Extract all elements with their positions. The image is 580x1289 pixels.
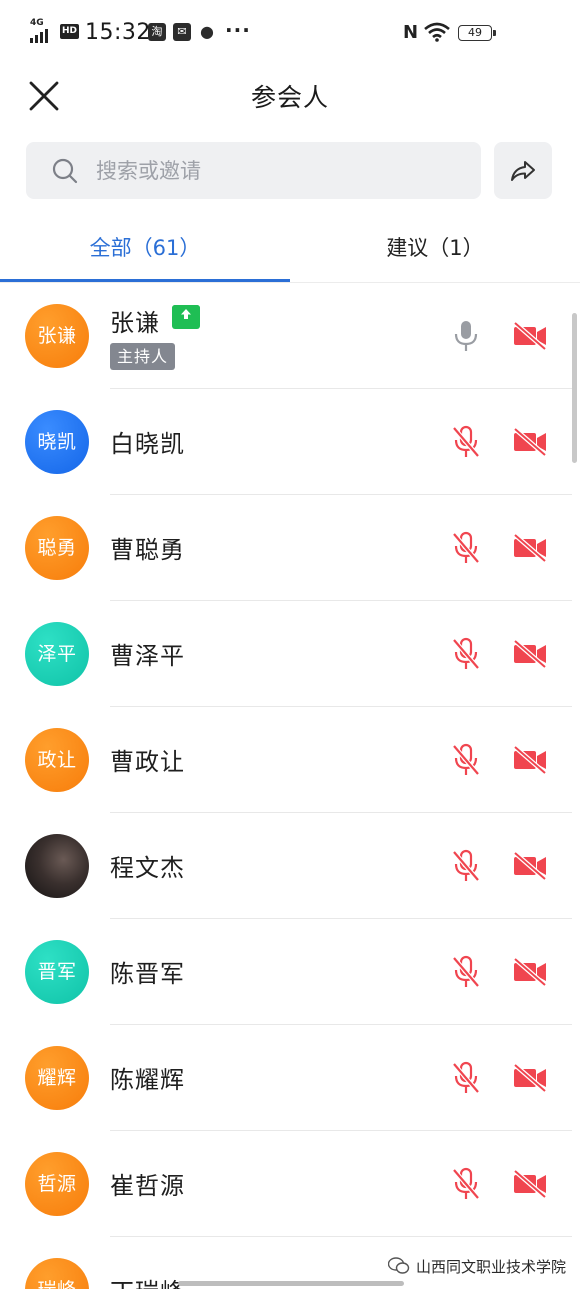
qq-notification-icon: ● (200, 22, 214, 41)
header: 参会人 (0, 64, 580, 126)
status-bar: 4G HD 15:32 淘 ✉ ● ··· N 49 (0, 0, 580, 64)
camera-off-icon[interactable] (512, 1063, 548, 1093)
participants-screen: 4G HD 15:32 淘 ✉ ● ··· N 49 参会人 搜索或邀请 全部（… (0, 0, 580, 1289)
participant-name: 白晓凯 (110, 430, 185, 458)
search-icon (52, 158, 78, 184)
mic-muted-icon[interactable] (450, 955, 482, 989)
search-box[interactable] (26, 142, 481, 199)
avatar: 晋军 (25, 940, 89, 1004)
mic-muted-icon[interactable] (450, 1167, 482, 1201)
wifi-icon (424, 22, 450, 42)
participant-name: 陈晋军 (110, 960, 185, 988)
tab-suggestions[interactable]: 建议（1） (290, 222, 580, 282)
participant-name: 曹聪勇 (110, 536, 185, 564)
camera-off-icon[interactable] (512, 427, 548, 457)
mic-muted-icon[interactable] (450, 531, 482, 565)
participant-row[interactable]: 晓凯 白晓凯 (0, 389, 572, 495)
participant-row[interactable]: 张谦 张谦 主持人 (0, 283, 572, 389)
mic-icon[interactable] (450, 319, 482, 353)
nfc-icon: N (403, 22, 419, 43)
participant-name: 曹泽平 (110, 642, 185, 670)
watermark-text: 山西同文职业技术学院 (416, 1257, 567, 1276)
search-input[interactable] (96, 142, 466, 199)
avatar: 泽平 (25, 622, 89, 686)
host-badge: 主持人 (110, 343, 176, 370)
avatar: 耀辉 (25, 1046, 89, 1110)
screen-share-icon (172, 305, 200, 329)
mic-muted-icon[interactable] (450, 743, 482, 777)
avatar: 哲源 (25, 1152, 89, 1216)
participant-name: 崔哲源 (110, 1172, 185, 1200)
hd-voice-icon: HD (60, 24, 79, 39)
participant-name: 程文杰 (110, 854, 185, 882)
mic-muted-icon[interactable] (450, 849, 482, 883)
battery-icon: 49 (458, 25, 496, 41)
mic-muted-icon[interactable] (450, 425, 482, 459)
avatar: 政让 (25, 728, 89, 792)
participant-row[interactable]: 程文杰 (0, 813, 572, 919)
wechat-icon (388, 1257, 410, 1274)
avatar: 晓凯 (25, 410, 89, 474)
share-arrow-icon (511, 161, 535, 181)
participant-row[interactable]: 哲源 崔哲源 (0, 1131, 572, 1237)
home-indicator[interactable] (178, 1281, 404, 1286)
camera-off-icon[interactable] (512, 851, 548, 881)
participant-list[interactable]: 张谦 张谦 主持人 晓凯 白晓凯 聪勇 曹聪勇 泽平 曹泽平 政让 曹政让 程文… (0, 283, 572, 1289)
participant-row[interactable]: 聪勇 曹聪勇 (0, 495, 572, 601)
network-type: 4G (30, 18, 44, 28)
participant-row[interactable]: 晋军 陈晋军 (0, 919, 572, 1025)
mic-muted-icon[interactable] (450, 1061, 482, 1095)
avatar: 聪勇 (25, 516, 89, 580)
participant-name: 丁瑞峰 (110, 1272, 185, 1289)
camera-off-icon[interactable] (512, 639, 548, 669)
participant-row[interactable]: 耀辉 陈耀辉 (0, 1025, 572, 1131)
camera-off-icon[interactable] (512, 533, 548, 563)
mail-notification-icon: ✉ (173, 23, 191, 41)
participant-name: 曹政让 (110, 748, 185, 776)
participant-row[interactable]: 泽平 曹泽平 (0, 601, 572, 707)
tab-all[interactable]: 全部（61） (0, 222, 290, 282)
tab-bar: 全部（61） 建议（1） (0, 222, 580, 284)
avatar: 张谦 (25, 304, 89, 368)
more-notifications-icon: ··· (225, 18, 251, 42)
participant-name: 张谦 (110, 309, 160, 337)
participant-name: 陈耀辉 (110, 1066, 185, 1094)
taobao-notification-icon: 淘 (148, 23, 166, 41)
watermark: 山西同文职业技术学院 (388, 1252, 566, 1280)
share-invite-button[interactable] (494, 142, 552, 199)
cellular-signal-icon: 4G (30, 18, 52, 43)
avatar-photo (25, 834, 89, 898)
participant-row[interactable]: 政让 曹政让 (0, 707, 572, 813)
scrollbar[interactable] (572, 313, 577, 463)
camera-off-icon[interactable] (512, 321, 548, 351)
camera-off-icon[interactable] (512, 957, 548, 987)
mic-muted-icon[interactable] (450, 637, 482, 671)
status-time: 15:32 (85, 20, 151, 45)
camera-off-icon[interactable] (512, 745, 548, 775)
camera-off-icon[interactable] (512, 1169, 548, 1199)
page-title: 参会人 (250, 83, 329, 112)
avatar: 瑞峰 (25, 1258, 89, 1289)
